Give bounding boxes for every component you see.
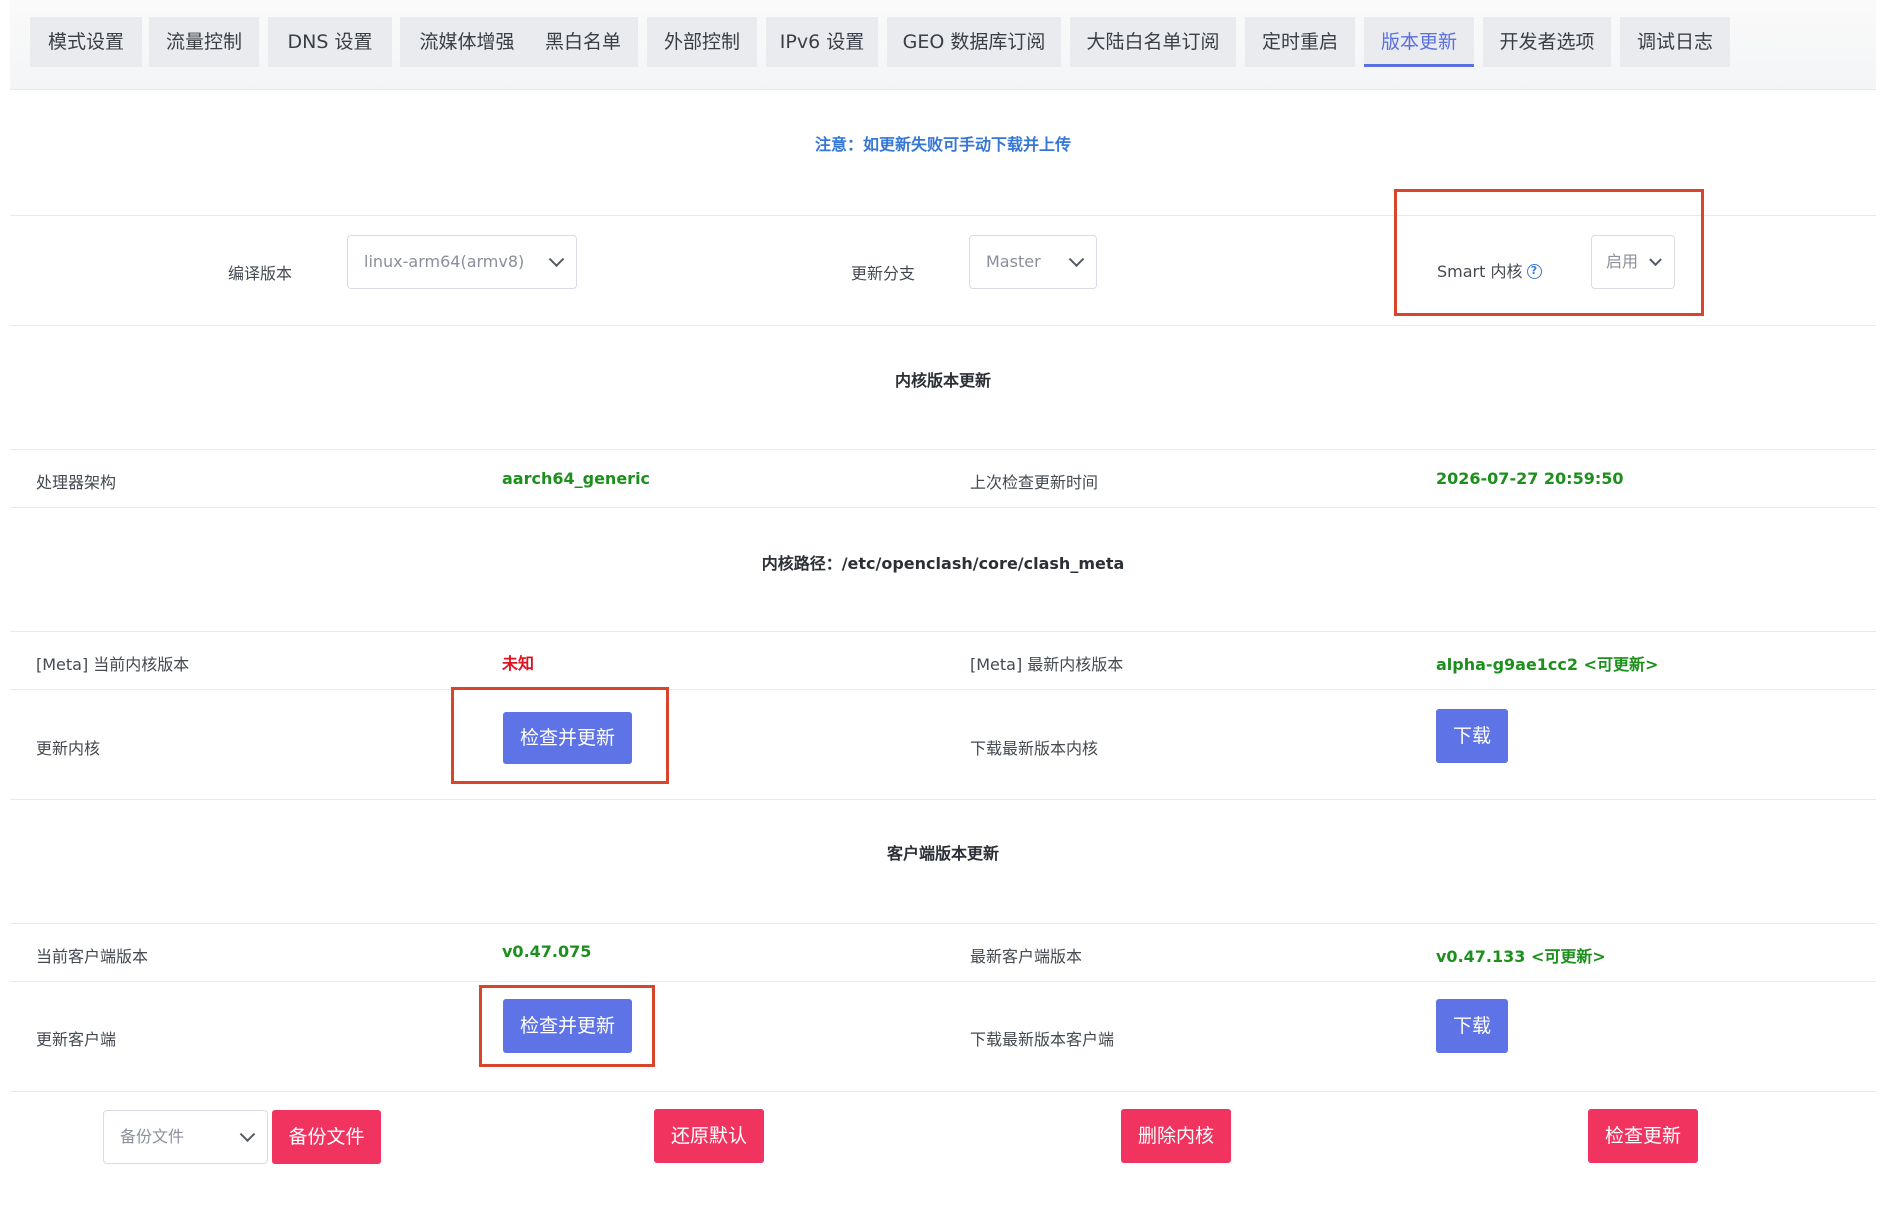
- tab-scheduled-restart[interactable]: 定时重启: [1245, 17, 1355, 67]
- client-check-update-button[interactable]: 检查并更新: [503, 999, 632, 1053]
- check-update-button[interactable]: 检查更新: [1588, 1109, 1698, 1163]
- last-check-value: 2026-07-27 20:59:50: [1436, 469, 1624, 488]
- client-update-row: 更新客户端 检查并更新 下载最新版本客户端 下载: [10, 982, 1876, 1092]
- client-latest-label: 最新客户端版本: [970, 947, 1083, 966]
- core-update-label: 更新内核: [36, 739, 101, 758]
- tab-streaming-enhance[interactable]: 流媒体增强: [400, 17, 534, 67]
- core-download-button[interactable]: 下载: [1436, 709, 1508, 763]
- compile-version-select[interactable]: linux-arm64(armv8): [347, 235, 577, 289]
- settings-tab-bar: 模式设置 流量控制 DNS 设置 流媒体增强 黑白名单 外部控制 IPv6 设置…: [10, 0, 1876, 90]
- compile-version-label: 编译版本: [228, 264, 293, 283]
- tab-ipv6-settings[interactable]: IPv6 设置: [766, 17, 878, 67]
- core-path-row: 内核路径：/etc/openclash/core/clash_meta: [10, 508, 1876, 632]
- config-row: 编译版本 linux-arm64(armv8) 更新分支 Master Smar…: [10, 216, 1876, 326]
- update-branch-select[interactable]: Master: [969, 235, 1097, 289]
- client-section-title: 客户端版本更新: [886, 844, 999, 863]
- last-check-label: 上次检查更新时间: [970, 473, 1099, 492]
- tab-dns-settings[interactable]: DNS 设置: [268, 17, 392, 67]
- delete-core-button[interactable]: 删除内核: [1121, 1109, 1231, 1163]
- update-branch-label: 更新分支: [851, 264, 916, 283]
- tab-mainland-whitelist[interactable]: 大陆白名单订阅: [1070, 17, 1236, 67]
- client-section-header: 客户端版本更新: [10, 800, 1876, 924]
- chevron-down-icon: [1068, 251, 1085, 268]
- update-branch-value: Master: [986, 252, 1041, 271]
- tab-version-update[interactable]: 版本更新: [1364, 17, 1474, 67]
- core-download-label: 下载最新版本内核: [970, 739, 1099, 758]
- arch-label: 处理器架构: [36, 473, 117, 492]
- smart-core-label: Smart 内核?: [1437, 258, 1542, 282]
- core-update-row: 更新内核 检查并更新 下载最新版本内核 下载: [10, 690, 1876, 800]
- chevron-down-icon: [239, 1126, 256, 1143]
- question-circle-icon[interactable]: ?: [1526, 264, 1542, 279]
- tab-debug-log[interactable]: 调试日志: [1620, 17, 1730, 67]
- client-current-value: v0.47.075: [502, 942, 592, 961]
- smart-core-label-text: Smart 内核: [1437, 262, 1523, 281]
- client-version-row: 当前客户端版本 v0.47.075 最新客户端版本 v0.47.133 <可更新…: [10, 924, 1876, 982]
- smart-core-value: 启用: [1606, 252, 1639, 271]
- client-download-button[interactable]: 下载: [1436, 999, 1508, 1053]
- compile-version-value: linux-arm64(armv8): [364, 252, 525, 271]
- tab-traffic-control[interactable]: 流量控制: [149, 17, 259, 67]
- arch-value: aarch64_generic: [502, 469, 651, 488]
- backup-file-select-value: 备份文件: [120, 1127, 185, 1146]
- chevron-down-icon: [1649, 253, 1662, 267]
- client-current-label: 当前客户端版本: [36, 947, 149, 966]
- smart-core-select[interactable]: 启用: [1591, 235, 1675, 289]
- backup-file-button[interactable]: 备份文件: [272, 1110, 381, 1164]
- tab-developer-options[interactable]: 开发者选项: [1483, 17, 1611, 67]
- footer-actions-row: 备份文件 备份文件 还原默认 删除内核 检查更新: [10, 1092, 1876, 1204]
- core-latest-value: alpha-g9ae1cc2 <可更新>: [1436, 655, 1659, 674]
- client-download-label: 下载最新版本客户端: [970, 1030, 1115, 1049]
- core-current-value: 未知: [502, 654, 535, 673]
- tab-mode-settings[interactable]: 模式设置: [30, 17, 142, 67]
- openclash-version-update-page: 模式设置 流量控制 DNS 设置 流媒体增强 黑白名单 外部控制 IPv6 设置…: [0, 0, 1887, 1210]
- client-latest-value: v0.47.133 <可更新>: [1436, 947, 1606, 966]
- chevron-down-icon: [548, 251, 565, 268]
- backup-file-select[interactable]: 备份文件: [103, 1110, 268, 1164]
- core-current-label: [Meta] 当前内核版本: [36, 655, 190, 674]
- client-update-label: 更新客户端: [36, 1030, 117, 1049]
- core-section-header: 内核版本更新: [10, 326, 1876, 450]
- core-latest-label: [Meta] 最新内核版本: [970, 655, 1124, 674]
- core-path: 内核路径：/etc/openclash/core/clash_meta: [761, 554, 1125, 573]
- core-check-update-button[interactable]: 检查并更新: [503, 712, 632, 764]
- core-section-title: 内核版本更新: [894, 371, 991, 390]
- core-arch-row: 处理器架构 aarch64_generic 上次检查更新时间 2026-07-2…: [10, 450, 1876, 508]
- notice-row: 注意：如更新失败可手动下载并上传: [10, 90, 1876, 216]
- tab-black-white-list[interactable]: 黑白名单: [528, 17, 638, 67]
- restore-default-button[interactable]: 还原默认: [654, 1109, 764, 1163]
- tab-external-control[interactable]: 外部控制: [647, 17, 757, 67]
- core-version-row: [Meta] 当前内核版本 未知 [Meta] 最新内核版本 alpha-g9a…: [10, 632, 1876, 690]
- update-notice: 注意：如更新失败可手动下载并上传: [814, 135, 1071, 154]
- tab-geo-subscription[interactable]: GEO 数据库订阅: [887, 17, 1061, 67]
